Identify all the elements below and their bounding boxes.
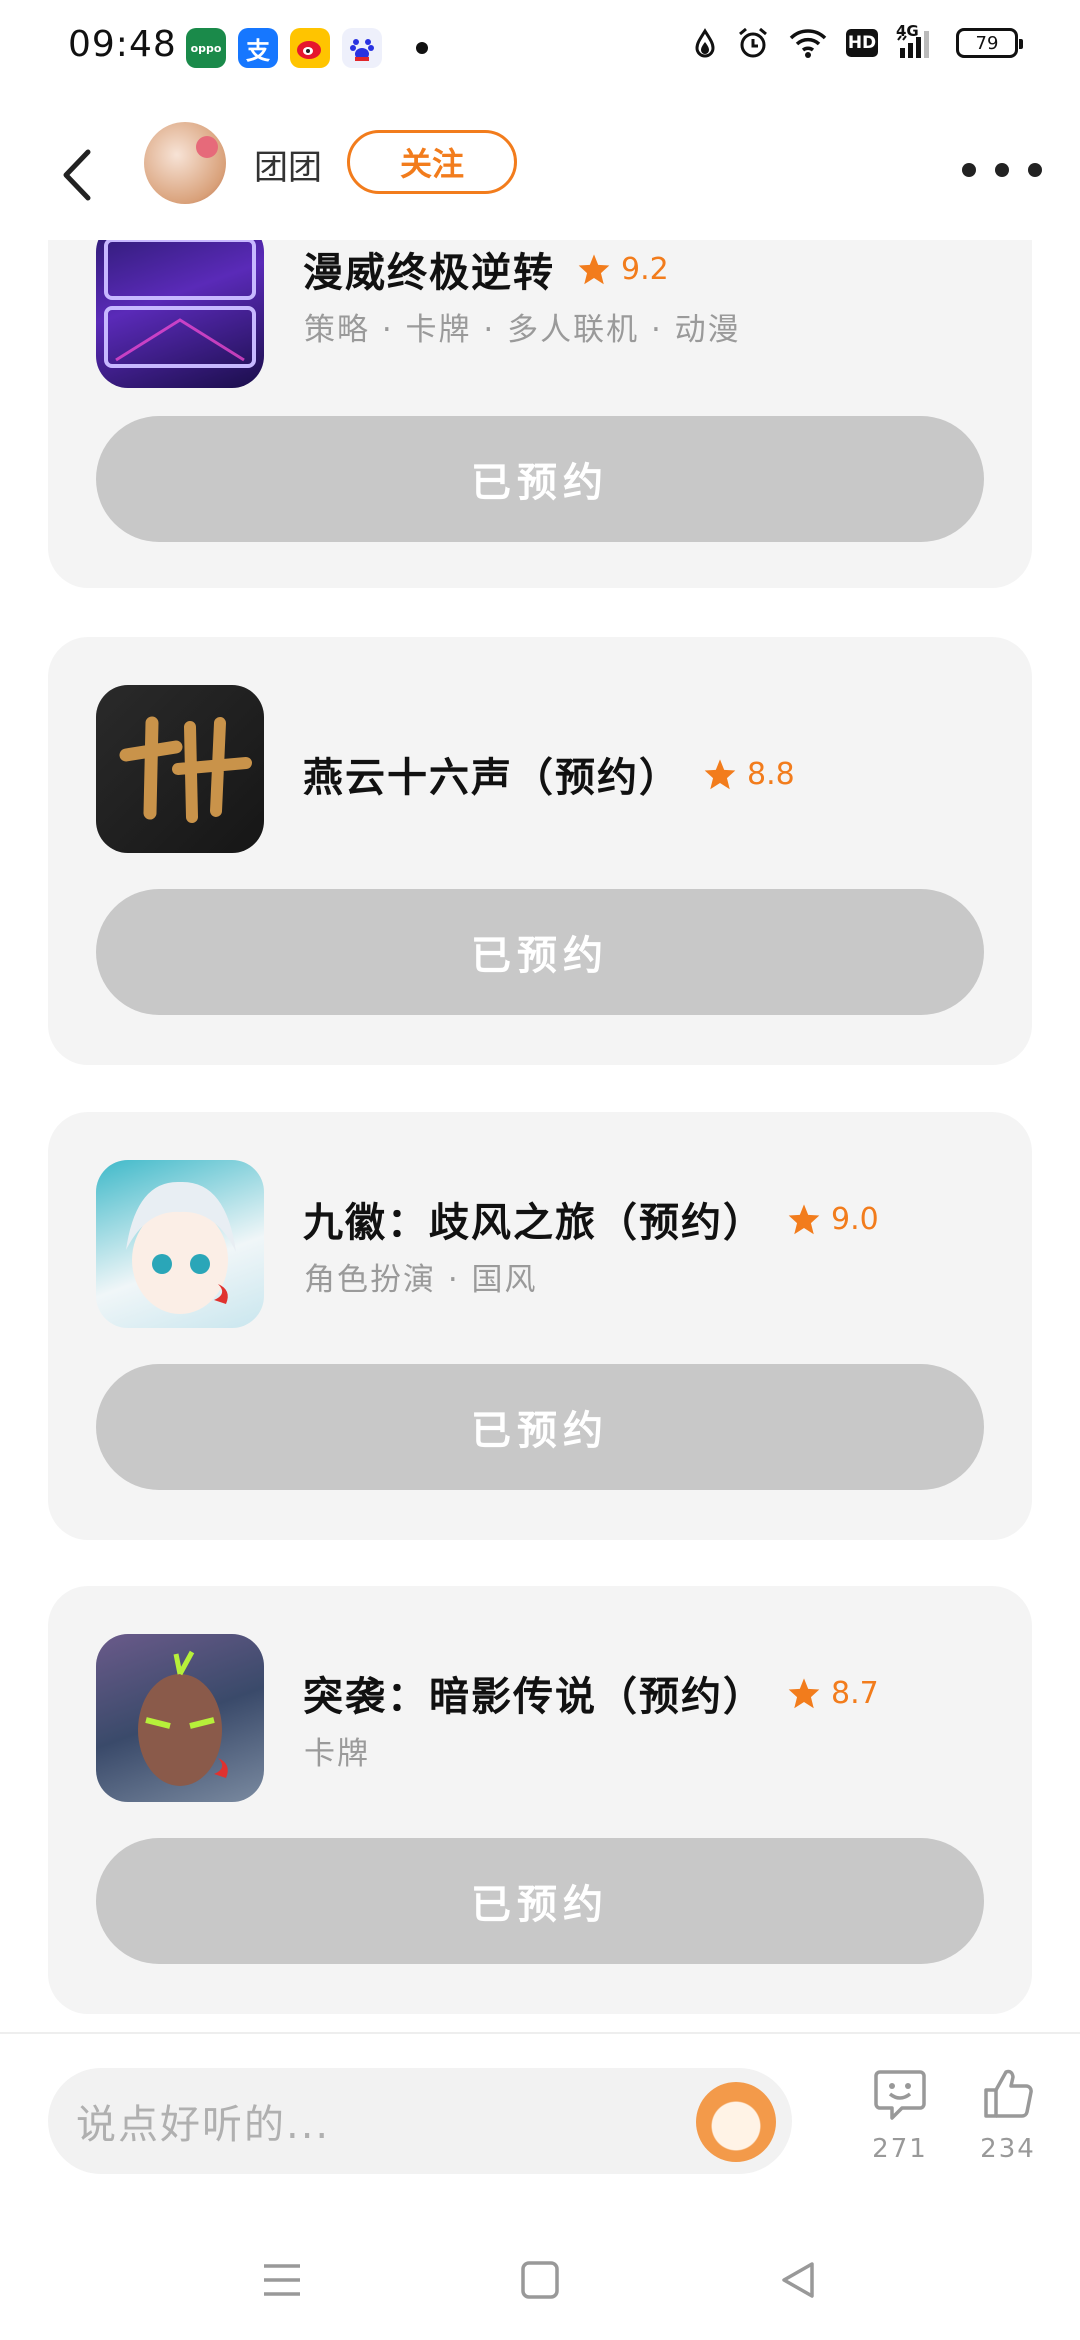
alarm-icon: [736, 26, 770, 60]
game-rating: 8.8: [703, 757, 795, 792]
rating-value: 9.0: [831, 1201, 879, 1237]
game-title[interactable]: 九徽：歧风之旅（预约）: [303, 1190, 765, 1248]
star-icon: [578, 254, 610, 285]
nav-home-button[interactable]: [510, 2250, 570, 2310]
follow-button[interactable]: 关注: [347, 130, 517, 194]
game-card[interactable]: 突袭：暗影传说（预约） 8.7 卡牌 已预约: [48, 1586, 1032, 2014]
weibo-icon: [290, 28, 330, 68]
baidu-icon: [342, 28, 382, 68]
username[interactable]: 团团: [254, 140, 322, 189]
back-button[interactable]: [46, 140, 106, 210]
like-button[interactable]: 234: [966, 2066, 1050, 2164]
comment-placeholder: 说点好听的...: [76, 2102, 331, 2148]
game-title-row: 燕云十六声（预约） 8.8: [303, 745, 795, 803]
comment-count: 271: [872, 2134, 928, 2164]
mascot-emoji-icon[interactable]: [696, 2082, 776, 2162]
back-arrow-icon: [63, 149, 91, 201]
oppo-icon: oppo: [186, 28, 226, 68]
notification-dot: [416, 42, 428, 54]
game-icon-tuxi[interactable]: [96, 1634, 264, 1802]
game-title[interactable]: 突袭：暗影传说（预约）: [303, 1664, 765, 1722]
bottom-divider: [0, 2032, 1080, 2034]
comment-input[interactable]: 说点好听的...: [48, 2068, 792, 2174]
star-icon: [788, 1678, 820, 1709]
data-saver-icon: [692, 28, 718, 58]
more-dot-icon: [1028, 163, 1042, 177]
status-right: HD 4G 79: [692, 22, 1023, 60]
game-title[interactable]: 漫威终极逆转: [303, 240, 555, 298]
reserved-button[interactable]: 已预约: [96, 1364, 984, 1490]
game-tags: 策略 · 卡牌 · 多人联机 · 动漫: [304, 312, 741, 348]
like-count: 234: [980, 2134, 1036, 2164]
reserved-button[interactable]: 已预约: [96, 889, 984, 1015]
game-list[interactable]: 漫威终极逆转 9.2 策略 · 卡牌 · 多人联机 · 动漫 已预约 燕云十六声…: [0, 240, 1080, 2035]
top-header: 团团 关注: [0, 110, 1080, 240]
star-icon: [704, 759, 736, 790]
game-icon-marvel[interactable]: [96, 240, 264, 388]
more-dot-icon: [995, 163, 1009, 177]
game-title-row: 突袭：暗影传说（预约） 8.7: [303, 1664, 879, 1722]
game-card[interactable]: 九徽：歧风之旅（预约） 9.0 角色扮演 · 国风 已预约: [48, 1112, 1032, 1540]
thumbs-up-icon: [984, 2069, 1033, 2118]
game-card[interactable]: 漫威终极逆转 9.2 策略 · 卡牌 · 多人联机 · 动漫 已预约: [48, 240, 1032, 588]
star-icon: [788, 1204, 820, 1235]
back-triangle-icon: [782, 2262, 814, 2298]
rating-value: 9.2: [621, 251, 669, 287]
game-card[interactable]: 燕云十六声（预约） 8.8 已预约: [48, 637, 1032, 1065]
status-app-icons: oppo 支: [186, 28, 382, 68]
status-time: 09:48: [68, 24, 177, 65]
rating-value: 8.7: [831, 1675, 879, 1711]
avatar[interactable]: [144, 122, 226, 204]
battery-indicator: 79: [956, 28, 1023, 58]
menu-icon: [264, 2264, 300, 2296]
game-rating: 9.2: [577, 252, 669, 287]
more-dot-icon: [962, 163, 976, 177]
wifi-icon: [788, 27, 828, 59]
game-tags: 卡牌: [304, 1736, 370, 1772]
game-icon-jiuhui[interactable]: [96, 1160, 264, 1328]
rating-value: 8.8: [747, 756, 795, 792]
hd-voice-icon: HD: [846, 29, 878, 57]
game-rating: 8.7: [787, 1676, 879, 1711]
more-options-button[interactable]: [962, 150, 1042, 190]
game-title-row: 漫威终极逆转 9.2: [303, 240, 669, 298]
cellular-signal-icon: 4G: [896, 22, 938, 60]
comment-icon: [874, 2070, 926, 2120]
game-title[interactable]: 燕云十六声（预约）: [303, 745, 681, 803]
reserved-button[interactable]: 已预约: [96, 416, 984, 542]
system-navigation-bar: [0, 2220, 1080, 2340]
status-bar: 09:48 oppo 支 HD 4G 79: [0, 0, 1080, 96]
home-square-icon: [521, 2261, 559, 2299]
nav-menu-button[interactable]: [252, 2250, 312, 2310]
nav-back-button[interactable]: [768, 2250, 828, 2310]
reserved-button[interactable]: 已预约: [96, 1838, 984, 1964]
game-rating: 9.0: [787, 1202, 879, 1237]
game-tags: 角色扮演 · 国风: [304, 1262, 538, 1298]
game-title-row: 九徽：歧风之旅（预约） 9.0: [303, 1190, 879, 1248]
game-icon-yanyun[interactable]: [96, 685, 264, 853]
alipay-icon: 支: [238, 28, 278, 68]
comment-button[interactable]: 271: [858, 2066, 942, 2164]
